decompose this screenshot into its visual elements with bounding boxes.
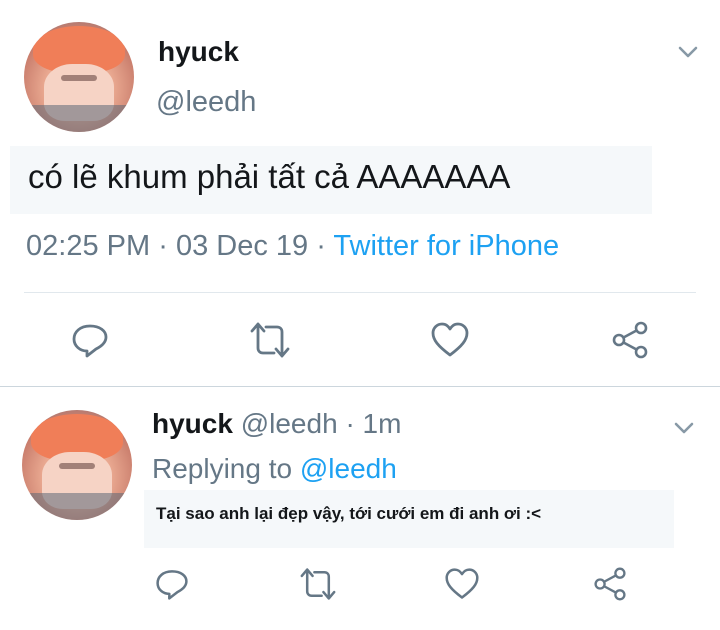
retweet-button[interactable] (296, 562, 340, 606)
share-button[interactable] (608, 318, 652, 362)
reply-icon (72, 324, 108, 358)
chevron-down-icon[interactable] (670, 414, 698, 442)
reply-button[interactable] (68, 318, 112, 362)
divider (24, 292, 696, 293)
share-icon (594, 567, 626, 601)
retweet-button[interactable] (248, 318, 292, 362)
divider (0, 386, 720, 387)
retweet-icon (250, 322, 290, 358)
replying-to-handle[interactable]: @leedh (300, 453, 397, 484)
tweet-source-link[interactable]: Twitter for iPhone (333, 230, 559, 262)
avatar[interactable] (22, 410, 132, 520)
reply-button[interactable] (150, 562, 194, 606)
avatar-shade (22, 492, 132, 520)
heart-icon (445, 568, 479, 599)
retweet-icon (300, 568, 336, 600)
tweet-meta: 02:25 PM · 03 Dec 19 · Twitter for iPhon… (26, 230, 559, 263)
heart-icon (431, 322, 469, 357)
replying-to: Replying to @leedh (152, 453, 397, 485)
author-name[interactable]: hyuck (158, 36, 239, 68)
avatar[interactable] (24, 22, 134, 132)
avatar-shade (24, 104, 134, 132)
reply-header: hyuck @leedh · 1m (152, 408, 401, 440)
avatar-eyes (59, 462, 95, 470)
meta-separator: · (345, 408, 355, 439)
tweet-time: 02:25 PM (26, 230, 151, 262)
avatar-eyes (61, 74, 97, 82)
meta-separator: · (158, 230, 168, 262)
reply-age[interactable]: 1m (363, 408, 402, 439)
reply-icon (156, 570, 188, 600)
reply-text: Tại sao anh lại đẹp vậy, tới cưới em đi … (156, 504, 542, 523)
author-handle[interactable]: @leedh (156, 86, 256, 119)
replying-to-label: Replying to (152, 453, 293, 484)
share-icon (612, 321, 648, 359)
share-button[interactable] (588, 562, 632, 606)
like-button[interactable] (428, 318, 472, 362)
like-button[interactable] (440, 562, 484, 606)
tweet-text: có lẽ khum phải tất cả AAAAAAA (28, 158, 511, 195)
tweet-date: 03 Dec 19 (175, 230, 309, 262)
reply-author-handle[interactable]: @leedh (241, 408, 338, 439)
reply-author-name[interactable]: hyuck (152, 408, 233, 439)
chevron-down-icon[interactable] (674, 38, 702, 66)
meta-separator: · (316, 230, 326, 262)
